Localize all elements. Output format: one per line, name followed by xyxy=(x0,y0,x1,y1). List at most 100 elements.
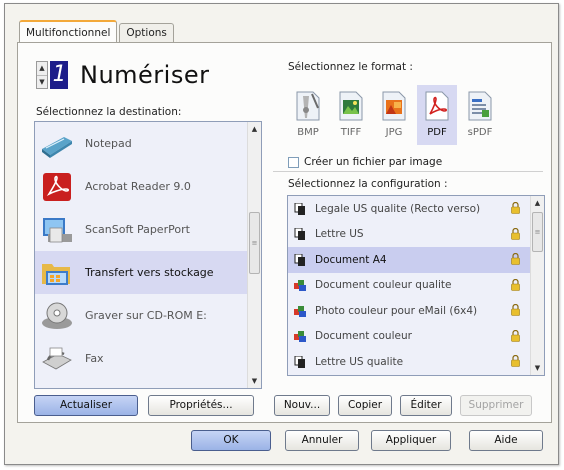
destination-item-label: Acrobat Reader 9.0 xyxy=(85,180,191,193)
lock-icon xyxy=(511,355,520,367)
destination-item-notepad[interactable]: Notepad xyxy=(35,122,261,165)
bw-page-icon xyxy=(294,355,305,368)
destination-item-cd-rom[interactable]: Graver sur CD-ROM E: xyxy=(35,294,261,337)
cancel-button[interactable]: Annuler xyxy=(285,430,359,451)
destination-list: Notepad Acrobat Reader 9.0 ScanSoft Pape… xyxy=(34,121,262,389)
configuration-label: Sélectionnez la configuration : xyxy=(288,178,448,190)
destination-item-label: Graver sur CD-ROM E: xyxy=(85,309,207,322)
destination-label: Sélectionnez la destination: xyxy=(36,106,182,118)
config-item[interactable]: Lettre US xyxy=(288,222,544,248)
format-pdf[interactable]: PDF xyxy=(417,85,457,145)
fax-icon xyxy=(39,342,75,376)
format-spdf[interactable]: sPDF xyxy=(460,85,500,145)
refresh-button[interactable]: Actualiser xyxy=(34,395,138,416)
format-label-tiff: TIFF xyxy=(340,127,362,138)
tab-multifonctionnel[interactable]: Multifonctionnel xyxy=(19,20,118,42)
divider xyxy=(273,171,543,172)
delete-config-button: Supprimer xyxy=(460,395,532,416)
scan-button-spinner[interactable]: ▲ ▼ xyxy=(36,61,48,89)
format-jpg[interactable]: JPG xyxy=(374,85,414,145)
config-item-label: Document couleur xyxy=(315,330,412,343)
color-page-icon xyxy=(294,280,306,292)
destination-item-storage[interactable]: Transfert vers stockage xyxy=(35,251,261,294)
tab-panel: ▲ ▼ 1 Numériser Sélectionnez la destinat… xyxy=(17,42,552,423)
destination-item-label: ScanSoft PaperPort xyxy=(85,223,190,236)
format-label-jpg: JPG xyxy=(385,127,403,138)
ok-button[interactable]: OK xyxy=(191,430,271,451)
scroll-up-icon[interactable]: ▲ xyxy=(531,196,544,210)
lock-icon xyxy=(511,227,520,240)
help-button[interactable]: Aide xyxy=(469,430,543,451)
scanner-dialog: Multifonctionnel Options ▲ ▼ 1 Numériser… xyxy=(4,3,559,465)
spin-down-icon[interactable]: ▼ xyxy=(37,76,47,89)
bw-page-icon xyxy=(294,253,305,266)
scan-button-title: Numériser xyxy=(80,61,210,89)
new-config-button[interactable]: Nouv... xyxy=(274,395,330,416)
bw-page-icon xyxy=(294,202,305,215)
config-item-label: Document A4 xyxy=(315,253,387,266)
lock-icon xyxy=(511,202,520,214)
scroll-down-icon[interactable]: ▼ xyxy=(531,361,544,375)
format-label: Sélectionnez le format : xyxy=(288,61,413,73)
destination-item-label: Transfert vers stockage xyxy=(85,266,214,279)
destination-scrollbar[interactable]: ▲ ≡ ▼ xyxy=(247,122,261,388)
format-label-pdf: PDF xyxy=(427,127,447,138)
config-item-label: Photo couleur pour eMail (6x4) xyxy=(315,304,478,317)
config-item[interactable]: Photo couleur pour eMail (6x4) xyxy=(288,298,544,324)
bmp-file-icon xyxy=(293,89,323,123)
paperport-icon xyxy=(39,213,75,247)
properties-button[interactable]: Propriétés... xyxy=(148,395,254,416)
scan-button-selector: ▲ ▼ 1 Numériser xyxy=(36,60,209,90)
tiff-file-icon xyxy=(336,89,366,123)
destination-item-acrobat[interactable]: Acrobat Reader 9.0 xyxy=(35,165,261,208)
spin-up-icon[interactable]: ▲ xyxy=(37,62,47,76)
destination-item-fax[interactable]: Fax xyxy=(35,337,261,380)
format-selector: BMP TIFF JPG PDF sPDF xyxy=(288,85,503,145)
config-item-label: Document couleur qualite xyxy=(315,279,452,292)
destination-item-paperport[interactable]: ScanSoft PaperPort xyxy=(35,208,261,251)
jpg-file-icon xyxy=(379,89,409,123)
acrobat-icon xyxy=(39,170,75,204)
notepad-icon xyxy=(39,127,75,161)
format-tiff[interactable]: TIFF xyxy=(331,85,371,145)
format-bmp[interactable]: BMP xyxy=(288,85,328,145)
destination-item-label: Fax xyxy=(85,352,104,365)
pdf-file-icon xyxy=(422,89,452,123)
color-page-icon xyxy=(294,331,306,343)
one-file-per-image-label: Créer un fichier par image xyxy=(304,156,443,168)
lock-icon xyxy=(511,253,520,265)
destination-item-label: Notepad xyxy=(85,137,132,150)
edit-config-button[interactable]: Éditer xyxy=(400,395,452,416)
lock-icon xyxy=(511,329,520,342)
config-item-label: Legale US qualite (Recto verso) xyxy=(315,202,481,215)
color-page-icon xyxy=(294,305,306,317)
folder-storage-icon xyxy=(39,256,75,290)
scroll-up-icon[interactable]: ▲ xyxy=(248,122,261,136)
lock-icon xyxy=(511,278,520,291)
config-item[interactable]: Legale US qualite (Recto verso) xyxy=(288,196,544,222)
apply-button[interactable]: Appliquer xyxy=(371,430,451,451)
cd-rom-icon xyxy=(39,299,75,333)
bw-page-icon xyxy=(294,228,305,241)
config-item[interactable]: Document couleur qualite xyxy=(288,273,544,299)
configuration-scrollbar[interactable]: ▲ ≡ ▼ xyxy=(530,196,544,375)
scroll-down-icon[interactable]: ▼ xyxy=(248,374,261,388)
config-item[interactable]: Lettre US qualite xyxy=(288,349,544,375)
copy-config-button[interactable]: Copier xyxy=(338,395,392,416)
scroll-thumb[interactable]: ≡ xyxy=(249,212,260,274)
scroll-thumb[interactable]: ≡ xyxy=(532,212,543,252)
one-file-per-image-row[interactable]: Créer un fichier par image xyxy=(288,156,442,168)
config-item-label: Lettre US xyxy=(315,228,364,241)
one-file-per-image-checkbox[interactable] xyxy=(288,156,299,168)
tab-bar: Multifonctionnel Options xyxy=(19,20,176,42)
format-label-bmp: BMP xyxy=(297,127,319,138)
configuration-list: Legale US qualite (Recto verso) Lettre U… xyxy=(287,195,545,376)
config-item[interactable]: Document A4 xyxy=(288,247,544,273)
scan-button-number: 1 xyxy=(50,61,68,89)
config-item-label: Lettre US qualite xyxy=(315,355,404,368)
spdf-file-icon xyxy=(465,89,495,123)
format-label-spdf: sPDF xyxy=(467,127,493,138)
lock-icon xyxy=(511,304,520,316)
tab-options[interactable]: Options xyxy=(119,23,174,42)
config-item[interactable]: Document couleur xyxy=(288,324,544,350)
